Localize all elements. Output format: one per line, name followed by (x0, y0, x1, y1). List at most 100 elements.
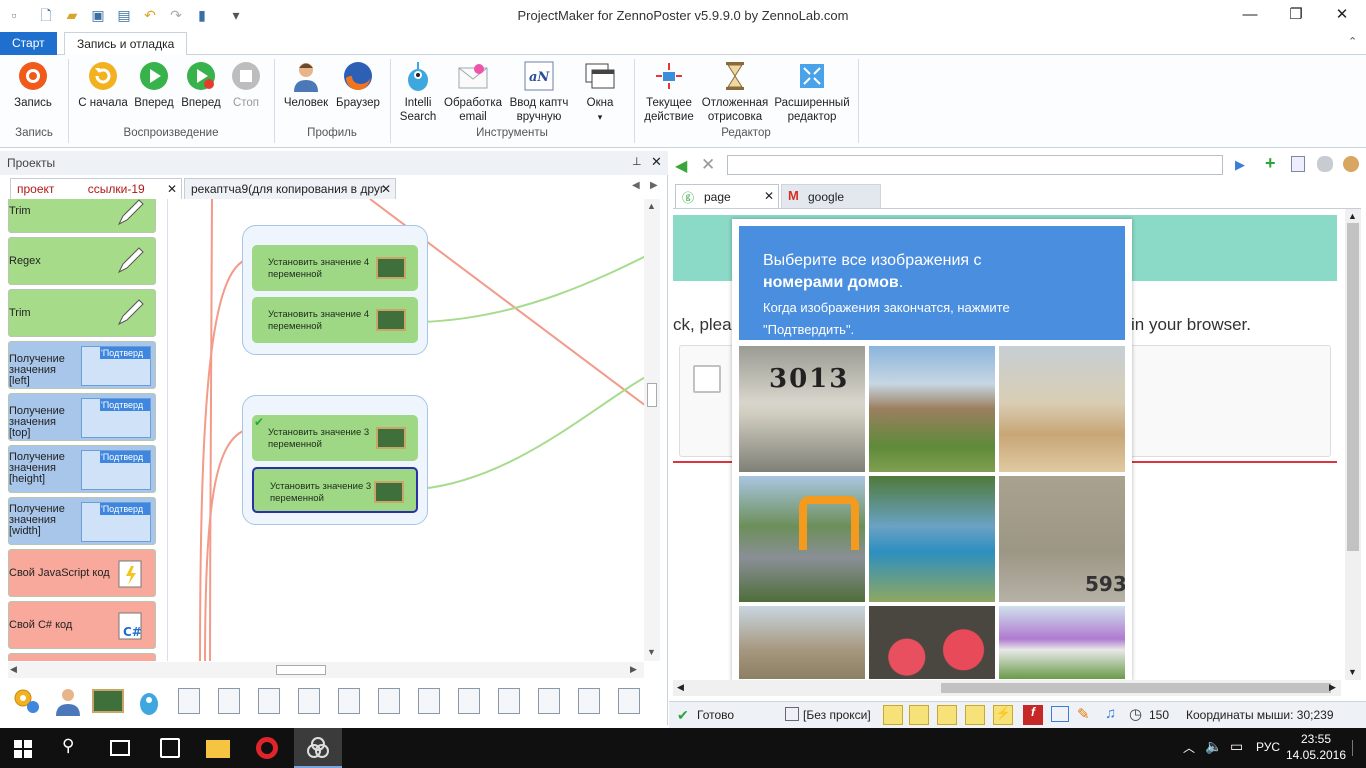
manual-captcha-button[interactable]: aN Ввод каптч вручную (506, 58, 572, 128)
person-icon[interactable] (54, 686, 80, 716)
canvas-horizontal-scrollbar[interactable]: ◀ ▶ (8, 662, 644, 678)
windows-button[interactable]: Окна ▾ (578, 58, 622, 128)
document-icon[interactable] (496, 686, 522, 716)
paint-icon[interactable]: ✎ (1077, 705, 1090, 723)
browser-button[interactable]: Браузер (334, 58, 382, 128)
node-javascript[interactable]: Свой JavaScript код (8, 549, 156, 597)
node-get-width[interactable]: Получение значения [width] 'Подтверд (8, 497, 156, 545)
scroll-thumb[interactable] (1347, 223, 1359, 551)
deferred-render-button[interactable]: Отложенная отрисовка (700, 58, 770, 128)
add-icon[interactable]: + (1265, 153, 1276, 174)
flash-icon[interactable]: f (1023, 705, 1043, 725)
close-button[interactable]: ✕ (1319, 0, 1365, 30)
frame-toggle-icon[interactable] (909, 705, 929, 725)
current-action-button[interactable]: Текущее действие (640, 58, 698, 128)
tab-close-icon[interactable]: ✕ (764, 189, 774, 203)
captcha-tile[interactable] (999, 606, 1125, 679)
document-icon[interactable] (176, 686, 202, 716)
set-variable-action[interactable]: Установить значение 3 переменной (252, 415, 418, 461)
browser-tab-page[interactable]: ⓖ page ✕ (675, 184, 779, 208)
document-icon[interactable] (216, 686, 242, 716)
js-toggle-icon[interactable]: ⚡ (993, 705, 1013, 725)
node-get-top[interactable]: Получение значения [top] 'Подтверд (8, 393, 156, 441)
music-icon[interactable]: ♫ (1105, 705, 1116, 722)
page-horizontal-scrollbar[interactable]: ◀ ▶ (673, 680, 1341, 696)
forward-button[interactable]: Вперед (132, 58, 176, 128)
file-explorer-icon[interactable] (206, 740, 230, 758)
canvas-vertical-scrollbar[interactable]: ▲ ▼ (644, 199, 660, 661)
proxy-status[interactable]: [Без прокси] (803, 708, 871, 722)
from-start-button[interactable]: С начала (76, 58, 130, 128)
captcha-tile[interactable] (999, 346, 1125, 472)
node-trim[interactable]: Trim (8, 199, 156, 233)
tab-scroll-right-icon[interactable]: ▶ (650, 180, 658, 191)
clock-time[interactable]: 23:55 (1296, 732, 1336, 746)
document-icon[interactable] (296, 686, 322, 716)
maximize-button[interactable]: ❐ (1273, 0, 1319, 30)
recaptcha-checkbox[interactable] (693, 365, 721, 393)
captcha-tile[interactable] (869, 346, 995, 472)
browser-tab-google[interactable]: M google (781, 184, 881, 208)
collapse-ribbon-icon[interactable]: ⌃ (1348, 35, 1357, 48)
node-get-height[interactable]: Получение значения [height] 'Подтверд (8, 445, 156, 493)
select-toggle-icon[interactable] (937, 705, 957, 725)
stop-load-icon[interactable]: ✕ (701, 155, 715, 175)
cookie-icon[interactable] (1343, 156, 1359, 172)
captcha-tile[interactable] (739, 606, 865, 679)
clock-date[interactable]: 14.05.2016 (1284, 748, 1348, 762)
tab-recaptcha[interactable]: рекаптча9(для копирования в друг ✕ (184, 178, 396, 199)
url-input[interactable] (727, 155, 1223, 175)
document-icon[interactable] (376, 686, 402, 716)
captcha-tile[interactable] (739, 476, 865, 602)
task-view-icon[interactable] (110, 740, 130, 756)
tab-close-icon[interactable]: ✕ (167, 179, 177, 199)
search-icon[interactable]: ⚲ (62, 736, 74, 756)
back-arrow-icon[interactable]: ◀ (675, 156, 687, 176)
tab-scroll-left-icon[interactable]: ◀ (632, 180, 640, 191)
document-icon[interactable] (456, 686, 482, 716)
record-button[interactable]: Запись (8, 58, 58, 128)
document-icon[interactable] (536, 686, 562, 716)
windows-start-icon[interactable] (14, 740, 32, 758)
stop-button[interactable]: Стоп (226, 58, 266, 128)
set-variable-action[interactable]: Установить значение 4 переменной (252, 297, 418, 343)
captcha-tile[interactable] (869, 476, 995, 602)
zennoposter-task[interactable] (294, 728, 342, 768)
email-button[interactable]: Обработка email (442, 58, 504, 128)
document-icon[interactable] (576, 686, 602, 716)
project-canvas[interactable]: Trim Regex Trim Получение значения [left… (0, 199, 660, 661)
tab-start[interactable]: Старт (0, 32, 57, 55)
document-icon[interactable] (416, 686, 442, 716)
scroll-thumb[interactable] (941, 683, 1331, 693)
minimize-button[interactable]: — (1227, 0, 1273, 30)
document-icon[interactable] (616, 686, 642, 716)
tab-project-links[interactable]: проект ссылки-19 ✕ (10, 178, 182, 199)
tray-chevron-icon[interactable]: ︿ (1183, 739, 1195, 756)
volume-icon[interactable]: 🔈 (1205, 738, 1222, 755)
scroll-thumb[interactable] (276, 665, 326, 675)
show-desktop-button[interactable] (1352, 740, 1360, 756)
set-variable-action-selected[interactable]: Установить значение 3 переменной (252, 467, 418, 513)
node-csharp[interactable]: Свой C# код C# (8, 601, 156, 649)
robot-icon[interactable] (136, 686, 162, 716)
input-language[interactable]: РУС (1256, 740, 1280, 754)
extended-editor-button[interactable]: Расширенный редактор (774, 58, 850, 128)
notification-msg-icon[interactable]: ▭ (1230, 738, 1243, 755)
node-regex[interactable]: Regex (8, 237, 156, 285)
opera-icon[interactable] (256, 737, 278, 759)
node-get-left[interactable]: Получение значения [left] 'Подтверд (8, 341, 156, 389)
tab-close-icon[interactable]: ✕ (381, 179, 391, 199)
document-icon[interactable] (256, 686, 282, 716)
notes-icon[interactable] (1291, 156, 1305, 172)
document-icon[interactable] (336, 686, 362, 716)
go-arrow-icon[interactable]: ▶ (1235, 157, 1245, 173)
page-vertical-scrollbar[interactable]: ▲ ▼ (1345, 209, 1361, 680)
database-icon[interactable] (1317, 156, 1333, 172)
scroll-thumb[interactable] (647, 383, 657, 407)
proxy-icon[interactable] (785, 707, 799, 721)
forward-step-button[interactable]: Вперед (179, 58, 223, 128)
store-icon[interactable] (160, 738, 180, 758)
node-trim[interactable]: Trim (8, 289, 156, 337)
intelli-search-button[interactable]: Intelli Search (396, 58, 440, 128)
captcha-tile[interactable] (869, 606, 995, 679)
